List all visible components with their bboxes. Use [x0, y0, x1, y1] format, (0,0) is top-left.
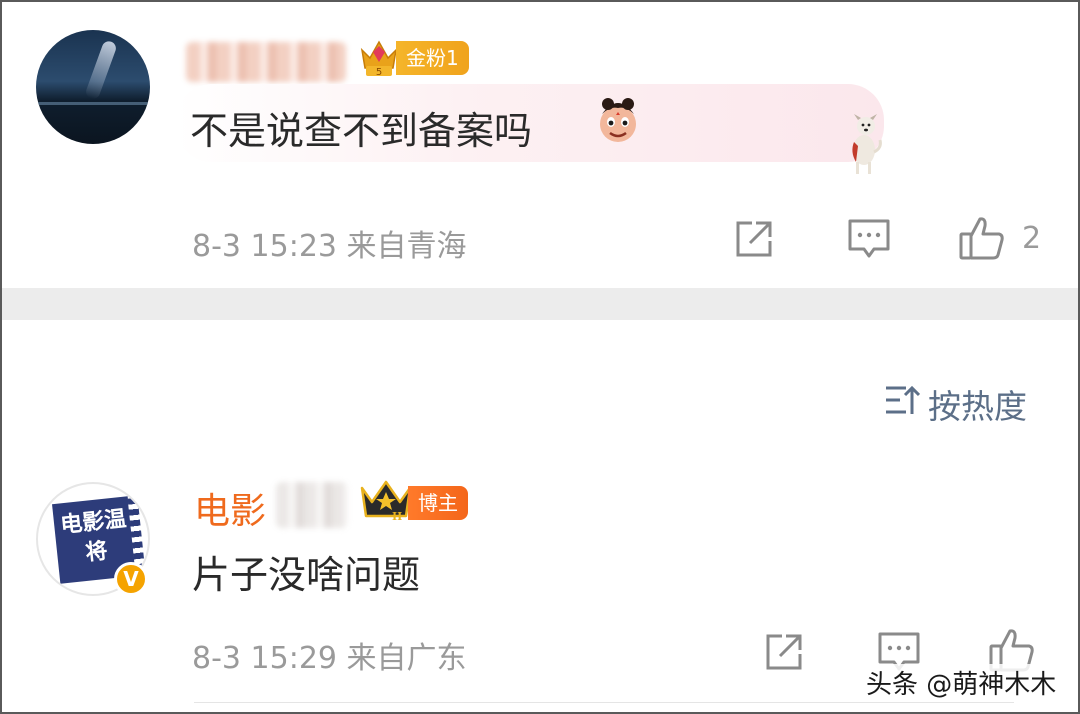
share-icon[interactable] [732, 217, 776, 261]
crown-icon: II [360, 480, 412, 523]
user-avatar[interactable] [36, 30, 150, 144]
comment-meta: 8-3 15:29 来自广东 [192, 641, 467, 676]
blogger-username[interactable]: 电影 [194, 482, 266, 534]
avatar-funnel-cloud [84, 39, 118, 101]
section-divider [2, 288, 1078, 320]
comment-icon[interactable] [846, 217, 892, 261]
verified-badge-icon: V [114, 562, 148, 596]
fan-level-badge: 金粉1 [396, 41, 469, 75]
comment-text: 片子没啥问题 [192, 553, 421, 597]
dog-sticker-icon [852, 114, 882, 174]
blurred-username[interactable] [186, 42, 346, 82]
avatar-horizon [36, 102, 150, 105]
sort-icon [886, 385, 920, 414]
thumbs-up-icon[interactable] [958, 214, 1006, 262]
comment-meta: 8-3 15:23 来自青海 [192, 229, 467, 264]
avatar-logo-text: 电影温将 [59, 506, 128, 567]
blurred-username-part [276, 482, 348, 528]
watermark: 头条 @萌神木木 [862, 664, 1061, 701]
crown-icon: 5 [360, 40, 398, 78]
sticker-emoji-icon [600, 98, 636, 142]
comment-separator [194, 702, 1014, 703]
svg-text:II: II [392, 510, 402, 523]
comment-text: 不是说查不到备案吗 [190, 109, 533, 153]
like-count: 2 [1022, 221, 1042, 256]
svg-text:5: 5 [376, 67, 382, 78]
sort-label: 按热度 [928, 387, 1027, 426]
blogger-badge: 博主 [408, 486, 468, 520]
share-icon[interactable] [762, 630, 806, 674]
